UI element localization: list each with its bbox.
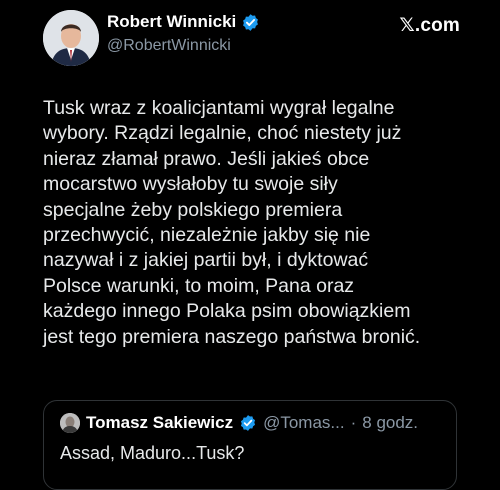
tweet-body-text: Tusk wraz z koalicjantami wygrał legalne… bbox=[43, 97, 421, 348]
quoted-avatar-photo-icon bbox=[60, 413, 80, 433]
avatar-photo-icon bbox=[43, 10, 99, 66]
quoted-tweet-text: Assad, Maduro...Tusk? bbox=[60, 443, 245, 463]
quoted-tweet-header: Tomasz Sakiewicz @Tomas... · 8 godz. bbox=[60, 413, 418, 433]
quoted-author-avatar bbox=[60, 413, 80, 433]
verified-badge-icon bbox=[243, 13, 259, 31]
author-display-name[interactable]: Robert Winnicki bbox=[107, 12, 236, 32]
author-name-block: Robert Winnicki @RobertWinnicki bbox=[107, 12, 260, 55]
quoted-tweet-card[interactable]: Tomasz Sakiewicz @Tomas... · 8 godz. Ass… bbox=[43, 400, 457, 490]
author-avatar[interactable] bbox=[43, 10, 99, 66]
tweet-header: Robert Winnicki @RobertWinnicki 𝕏.com bbox=[43, 10, 460, 66]
quoted-tweet-timestamp: 8 godz. bbox=[362, 413, 419, 432]
author-handle[interactable]: @RobertWinnicki bbox=[107, 37, 260, 55]
verified-badge-icon bbox=[241, 415, 256, 431]
quoted-author-handle: @Tomas... bbox=[263, 413, 345, 432]
separator-dot: · bbox=[350, 413, 357, 432]
x-brand-logo: 𝕏.com bbox=[399, 15, 460, 36]
quoted-author-name: Tomasz Sakiewicz bbox=[86, 413, 234, 432]
